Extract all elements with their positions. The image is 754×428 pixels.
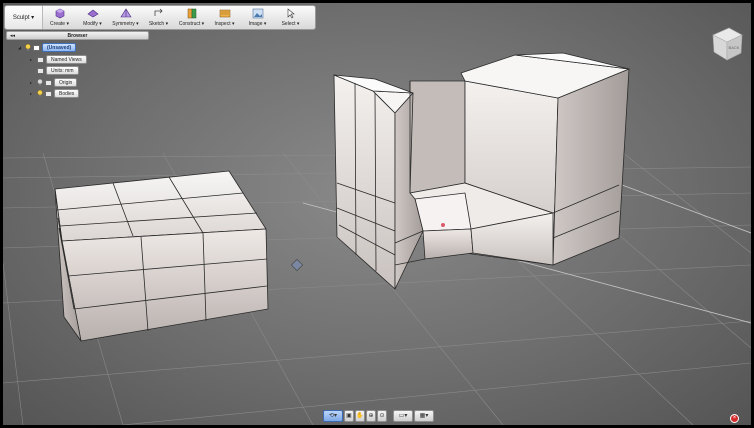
modify-menu[interactable]: Modify ▾ — [76, 6, 109, 29]
create-menu[interactable]: Create ▾ — [43, 6, 76, 29]
folder-icon — [37, 56, 44, 63]
tree-label-unsaved[interactable]: (Unsaved) — [42, 43, 77, 52]
image-menu-label: Image ▾ — [248, 21, 267, 27]
visibility-bulb-icon[interactable] — [37, 79, 43, 86]
units-icon — [37, 67, 44, 74]
browser-header: ◂◂ Browser — [6, 31, 149, 40]
symmetry-menu[interactable]: Symmetry ▾ — [109, 6, 142, 29]
origin-marker — [290, 258, 304, 272]
view-cube-face-label: BACK — [729, 45, 740, 50]
symmetry-menu-label: Symmetry ▾ — [112, 21, 139, 27]
display-settings-button[interactable]: ▭▾ — [393, 409, 413, 422]
workspace-switcher[interactable]: Sculpt ▾ — [5, 6, 43, 29]
visibility-bulb-icon[interactable] — [37, 90, 43, 97]
modify-icon — [86, 9, 99, 18]
select-arrow-icon — [287, 8, 295, 19]
orbit-icon: ⟲▾ — [328, 413, 338, 419]
fusion-window: Sculpt ▾ Create ▾ Modify ▾ Symmetry ▾ Sk… — [3, 3, 751, 425]
tree-item-root[interactable]: ◢ (Unsaved) — [18, 43, 77, 52]
construct-plane-icon — [187, 8, 196, 19]
document-icon — [33, 44, 40, 51]
view-cube[interactable]: BACK — [707, 25, 747, 65]
select-menu-label: Select ▾ — [281, 21, 300, 27]
folder-icon — [45, 90, 52, 97]
box-body — [54, 170, 269, 342]
collapse-browser-icon[interactable]: ◂◂ — [10, 33, 15, 39]
expand-arrow-icon[interactable]: ▸ — [30, 57, 37, 62]
fit-button[interactable]: ⊙ — [377, 409, 387, 422]
create-menu-label: Create ▾ — [50, 21, 69, 27]
folder-icon — [45, 79, 52, 86]
tree-label-units[interactable]: Units: mm — [46, 66, 79, 75]
expand-arrow-icon[interactable]: ▸ — [30, 80, 37, 85]
tree-item-bodies[interactable]: ▸ Bodies — [30, 89, 80, 98]
display-icon: ▭▾ — [398, 413, 408, 419]
image-icon — [252, 8, 263, 19]
pan-hand-icon: ✋ — [356, 413, 364, 419]
expand-arrow-icon[interactable]: ◢ — [18, 45, 25, 50]
construct-menu[interactable]: Construct ▾ — [175, 6, 208, 29]
inspect-menu[interactable]: Inspect ▾ — [208, 6, 241, 29]
tree-label-origin[interactable]: Origin — [54, 78, 78, 87]
vertex-point — [441, 223, 445, 227]
tree-label-named-views[interactable]: Named Views — [46, 55, 87, 64]
sketch-menu[interactable]: Sketch ▾ — [142, 6, 175, 29]
create-box-icon — [55, 8, 64, 19]
zoom-button[interactable]: ⊕ — [366, 409, 376, 422]
orbit-button[interactable]: ⟲▾ — [323, 409, 343, 422]
construct-menu-label: Construct ▾ — [178, 21, 205, 27]
3d-viewport[interactable] — [3, 3, 751, 425]
zoom-window-icon: ⊙ — [379, 413, 385, 419]
zoom-icon: ⊕ — [368, 413, 374, 419]
pan-button[interactable]: ✋ — [355, 409, 365, 422]
sketch-menu-label: Sketch ▾ — [148, 21, 169, 27]
tree-item-units[interactable]: Units: mm — [37, 66, 79, 75]
close-icon[interactable]: × — [730, 414, 739, 423]
tree-item-origin[interactable]: ▸ Origin — [30, 78, 78, 87]
browser-title: Browser — [67, 32, 88, 39]
main-toolbar: Sculpt ▾ Create ▾ Modify ▾ Symmetry ▾ Sk… — [4, 5, 316, 30]
tree-label-bodies[interactable]: Bodies — [54, 89, 80, 98]
navigation-bar: ⟲▾ ▣ ✋ ⊕ ⊙ ▭▾ ▦▾ — [323, 409, 435, 422]
tree-item-named-views[interactable]: ▸ Named Views — [30, 55, 87, 64]
modify-menu-label: Modify ▾ — [83, 21, 102, 27]
grid-icon: ▦▾ — [419, 413, 429, 419]
grid-settings-button[interactable]: ▦▾ — [414, 409, 434, 422]
symmetry-icon — [119, 8, 132, 18]
visibility-bulb-icon[interactable] — [25, 44, 31, 51]
look-at-icon: ▣ — [346, 413, 352, 419]
sketch-icon — [154, 8, 163, 16]
sculpt-body — [333, 52, 630, 290]
select-menu[interactable]: Select ▾ — [274, 6, 307, 29]
inspect-menu-label: Inspect ▾ — [214, 21, 235, 27]
image-menu[interactable]: Image ▾ — [241, 6, 274, 29]
expand-arrow-icon[interactable]: ▸ — [30, 91, 37, 96]
browser-panel: ◂◂ Browser ◢ (Unsaved) ▸ Named Views Uni… — [6, 31, 149, 98]
look-at-button[interactable]: ▣ — [344, 409, 354, 422]
inspect-icon — [219, 9, 230, 18]
